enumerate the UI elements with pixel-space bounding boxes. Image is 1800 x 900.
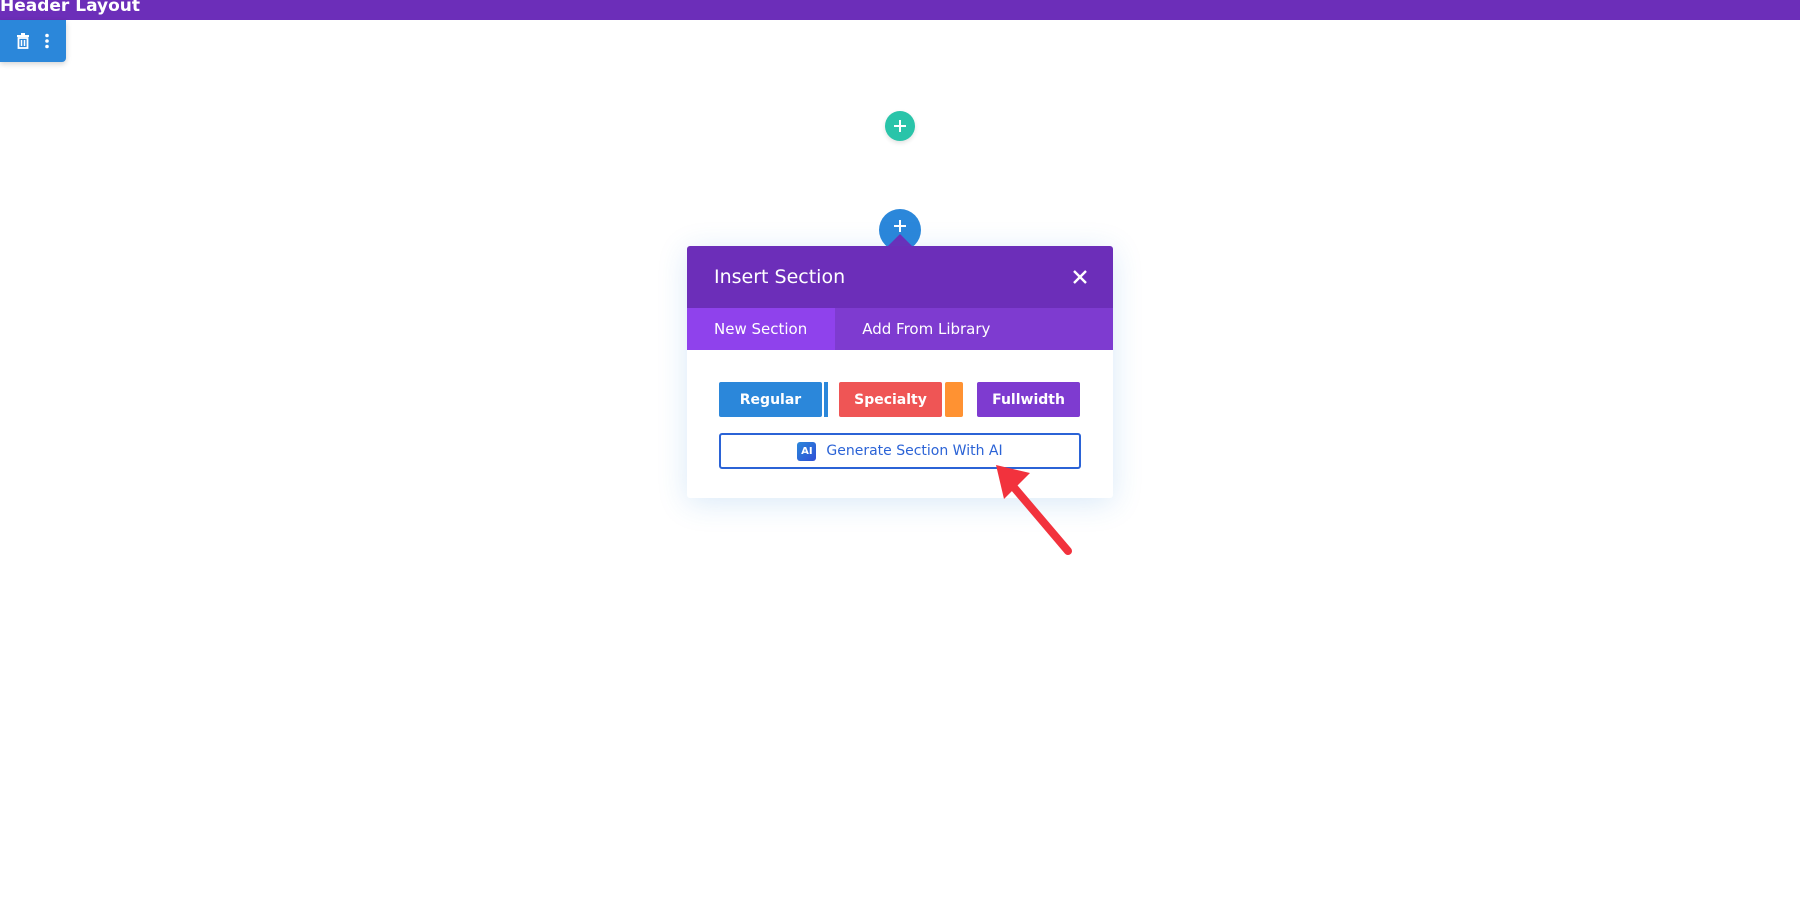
plus-icon [894,120,906,132]
modal-title: Insert Section [714,266,846,288]
more-options-button[interactable] [36,20,58,62]
tab-add-from-library[interactable]: Add From Library [835,308,1017,350]
tab-new-section[interactable]: New Section [687,308,836,350]
delete-section-button[interactable] [12,20,34,62]
layout-title: Header Layout [0,0,141,16]
section-settings-button[interactable] [0,20,4,62]
settings-icon [0,33,4,49]
specialty-section-strip [945,382,963,417]
modal-header: Insert Section [687,246,1113,308]
add-row-button[interactable] [885,111,915,141]
regular-section-strip [824,382,828,417]
close-icon [1073,270,1087,284]
ai-icon: AI [797,441,817,461]
more-vertical-icon [45,33,49,49]
modal-pointer [888,234,912,246]
ai-button-label: Generate Section With AI [826,443,1003,459]
specialty-section-button[interactable]: Specialty [839,382,942,417]
annotation-arrow-icon [996,465,1072,555]
modal-tabs: New Section Add From Library [687,308,1113,350]
fullwidth-section-button[interactable]: Fullwidth [977,382,1080,417]
section-toolbar [0,20,66,62]
close-button[interactable] [1069,266,1091,288]
plus-icon [894,220,906,232]
trash-icon [17,33,29,49]
regular-section-button[interactable]: Regular [719,382,822,417]
top-bar: Header Layout [0,0,1800,20]
